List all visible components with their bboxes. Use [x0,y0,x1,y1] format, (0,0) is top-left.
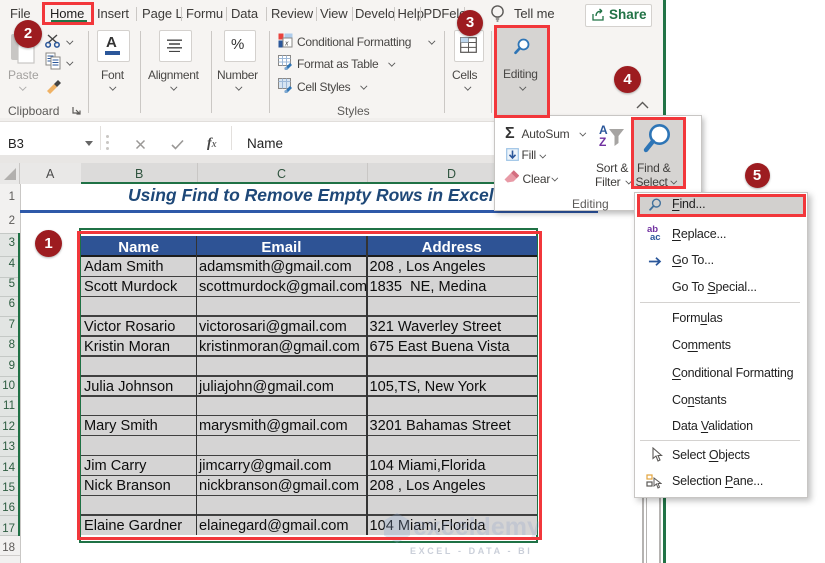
svg-text:x: x [284,41,289,48]
